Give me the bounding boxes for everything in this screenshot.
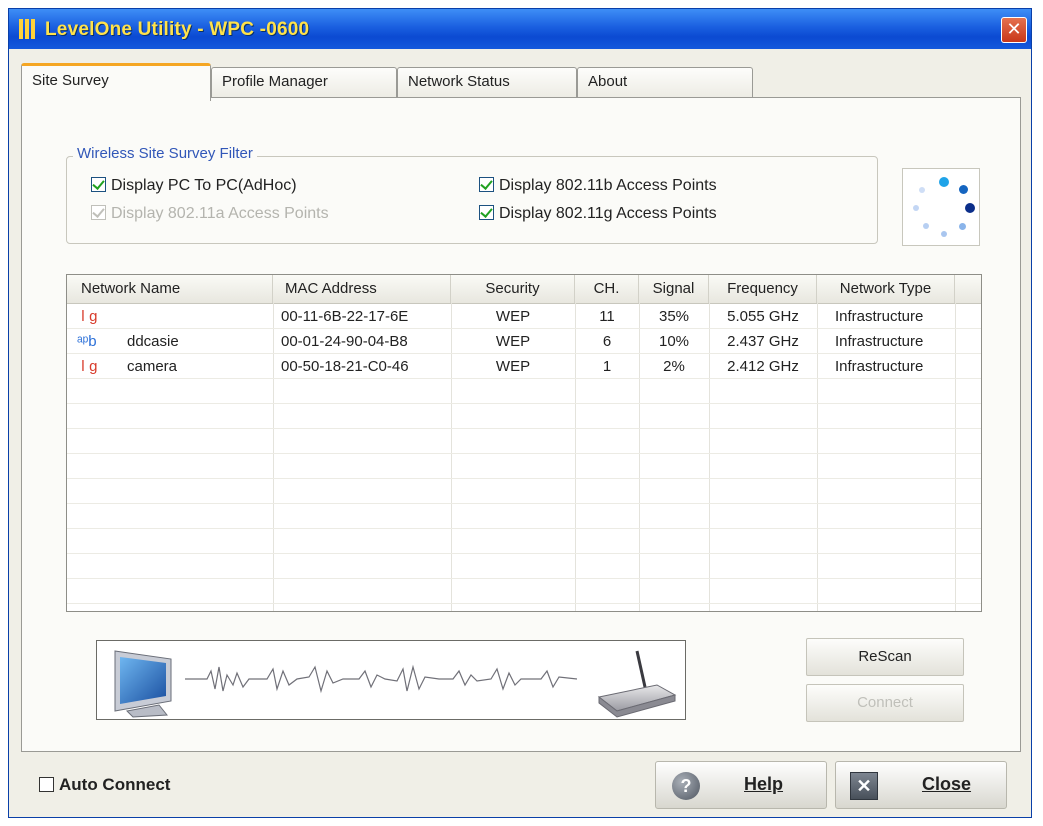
app-window: LevelOne Utility - WPC -0600 ✕ Site Surv… xyxy=(8,8,1032,818)
checkbox-adhoc[interactable] xyxy=(91,177,106,192)
col-network-name[interactable]: Network Name xyxy=(67,275,273,303)
auto-connect-checkbox[interactable] xyxy=(39,777,54,792)
table-row[interactable]: ǀ g 00-11-6B-22-17-6E WEP 11 35% 5.055 G… xyxy=(67,304,981,329)
col-channel[interactable]: CH. xyxy=(575,275,639,303)
filter-80211b[interactable]: Display 802.11b Access Points xyxy=(479,177,717,195)
filter-80211g[interactable]: Display 802.11g Access Points xyxy=(479,205,717,223)
network-list[interactable]: Network Name MAC Address Security CH. Si… xyxy=(66,274,982,612)
window-close-icon[interactable]: ✕ xyxy=(1001,17,1027,43)
site-survey-panel: Wireless Site Survey Filter Display PC T… xyxy=(21,97,1021,752)
close-label: Close xyxy=(922,774,972,794)
signal-g-icon: ǀ g xyxy=(81,308,98,325)
table-row[interactable]: ᵃᵖb ddcasie 00-01-24-90-04-B8 WEP 6 10% … xyxy=(67,329,981,354)
signal-g-icon: ǀ g xyxy=(81,358,98,375)
filter-legend: Wireless Site Survey Filter xyxy=(73,145,257,162)
checkbox-80211a xyxy=(91,205,106,220)
app-logo-icon xyxy=(19,19,41,39)
close-button[interactable]: ✕ Close xyxy=(835,761,1007,809)
col-mac-address[interactable]: MAC Address xyxy=(273,275,451,303)
window-title: LevelOne Utility - WPC -0600 xyxy=(45,19,310,40)
col-network-type[interactable]: Network Type xyxy=(817,275,955,303)
tab-about[interactable]: About xyxy=(577,67,753,99)
auto-connect-option[interactable]: Auto Connect xyxy=(39,775,170,795)
survey-filter-group: Wireless Site Survey Filter Display PC T… xyxy=(66,145,878,244)
connect-button: Connect xyxy=(806,684,964,722)
tab-network-status[interactable]: Network Status xyxy=(397,67,577,99)
checkbox-80211g[interactable] xyxy=(479,205,494,220)
col-signal[interactable]: Signal xyxy=(639,275,709,303)
help-label: Help xyxy=(744,774,784,794)
computer-to-router-signal-icon xyxy=(114,650,677,718)
table-row[interactable]: ǀ g camera 00-50-18-21-C0-46 WEP 1 2% 2.… xyxy=(67,354,981,379)
title-bar[interactable]: LevelOne Utility - WPC -0600 ✕ xyxy=(9,9,1031,49)
filter-adhoc[interactable]: Display PC To PC(AdHoc) xyxy=(91,177,297,195)
list-header: Network Name MAC Address Security CH. Si… xyxy=(67,275,981,304)
help-button[interactable]: ? Help xyxy=(655,761,827,809)
tab-site-survey[interactable]: Site Survey xyxy=(21,63,211,101)
filter-80211a: Display 802.11a Access Points xyxy=(91,205,329,223)
close-icon: ✕ xyxy=(850,772,878,800)
help-icon: ? xyxy=(672,772,700,800)
signal-b-icon: ᵃᵖb xyxy=(77,333,97,350)
connection-animation xyxy=(96,640,686,720)
scanning-spinner-icon xyxy=(902,168,980,246)
col-security[interactable]: Security xyxy=(451,275,575,303)
rescan-button[interactable]: ReScan xyxy=(806,638,964,676)
checkbox-80211b[interactable] xyxy=(479,177,494,192)
col-frequency[interactable]: Frequency xyxy=(709,275,817,303)
tab-profile-manager[interactable]: Profile Manager xyxy=(211,67,397,99)
